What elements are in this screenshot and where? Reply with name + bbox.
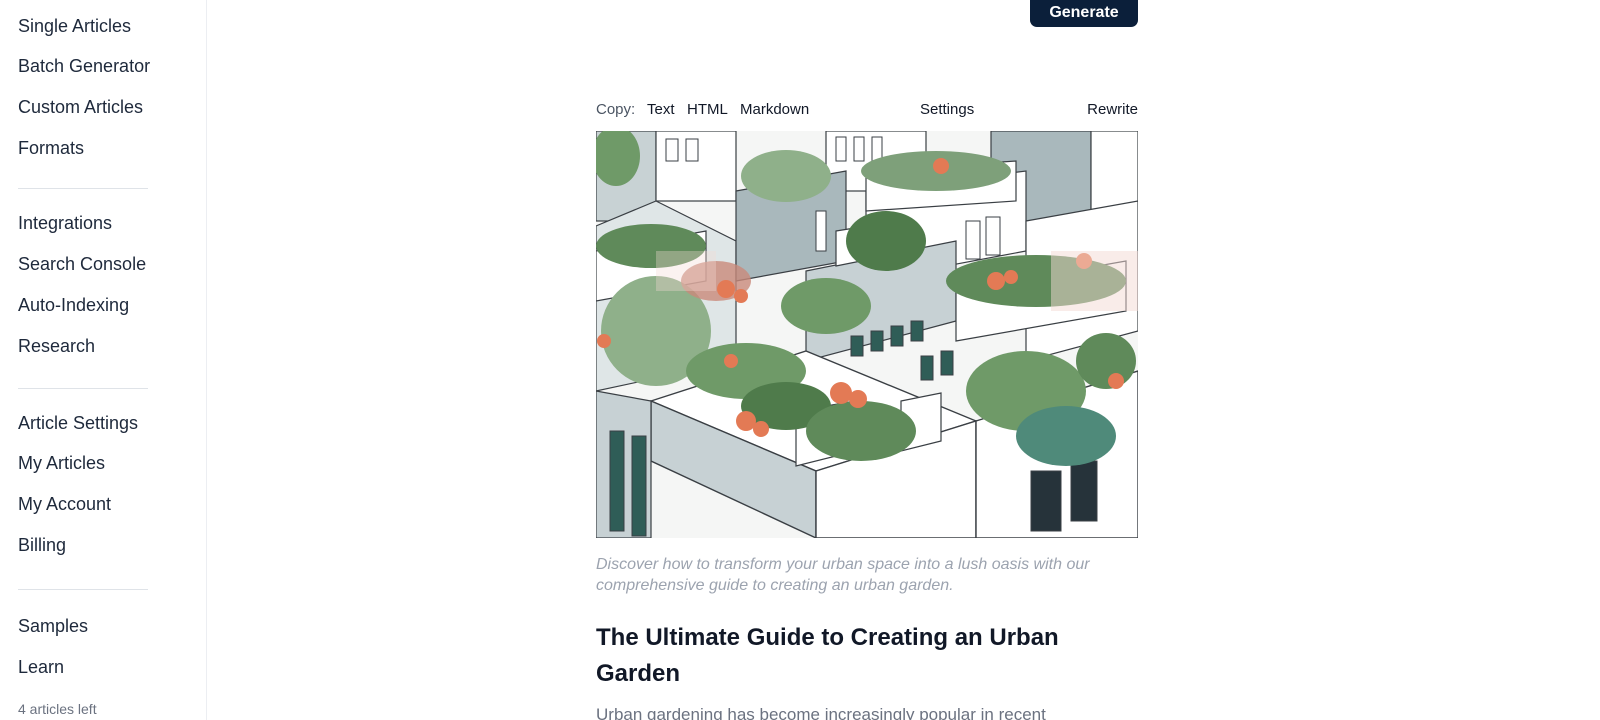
article-title: The Ultimate Guide to Creating an Urban …	[596, 624, 1059, 687]
sidebar-item-my-account[interactable]: My Account	[18, 493, 111, 515]
rooftop-garden-illustration	[596, 131, 1138, 538]
sidebar-item-single-articles[interactable]: Single Articles	[18, 15, 131, 37]
sidebar-item-article-settings[interactable]: Article Settings	[18, 412, 138, 434]
settings-button[interactable]: Settings	[920, 99, 974, 121]
sidebar-item-auto-indexing[interactable]: Auto-Indexing	[18, 294, 129, 316]
article-body-text: Urban gardening has become increasingly …	[596, 705, 1046, 720]
copy-html-button[interactable]: HTML	[687, 99, 728, 121]
articles-left-counter: 4 articles left	[18, 701, 97, 717]
copy-toolbar: Copy: Text HTML Markdown Settings Rewrit…	[596, 99, 1138, 121]
copy-markdown-button[interactable]: Markdown	[740, 99, 809, 121]
sidebar-divider	[18, 589, 148, 590]
article-image-caption: Discover how to transform your urban spa…	[596, 556, 1090, 594]
sidebar-item-batch-generator[interactable]: Batch Generator	[18, 55, 150, 77]
sidebar-item-formats[interactable]: Formats	[18, 137, 84, 159]
sidebar-item-research[interactable]: Research	[18, 335, 95, 357]
rewrite-button[interactable]: Rewrite	[1087, 99, 1138, 121]
sidebar-item-billing[interactable]: Billing	[18, 534, 66, 556]
sidebar-item-samples[interactable]: Samples	[18, 615, 88, 637]
article-hero-image	[596, 131, 1138, 538]
sidebar-item-learn[interactable]: Learn	[18, 656, 64, 678]
sidebar-item-custom-articles[interactable]: Custom Articles	[18, 96, 143, 118]
sidebar-item-search-console[interactable]: Search Console	[18, 253, 146, 275]
sidebar-item-my-articles[interactable]: My Articles	[18, 452, 105, 474]
copy-label: Copy:	[596, 101, 636, 118]
sidebar-divider	[18, 188, 148, 189]
generate-button[interactable]: Generate	[1030, 0, 1138, 27]
copy-text-button[interactable]: Text	[647, 99, 675, 121]
sidebar-item-integrations[interactable]: Integrations	[18, 212, 112, 234]
sidebar: Single Articles Batch Generator Custom A…	[0, 0, 207, 720]
sidebar-divider	[18, 388, 148, 389]
